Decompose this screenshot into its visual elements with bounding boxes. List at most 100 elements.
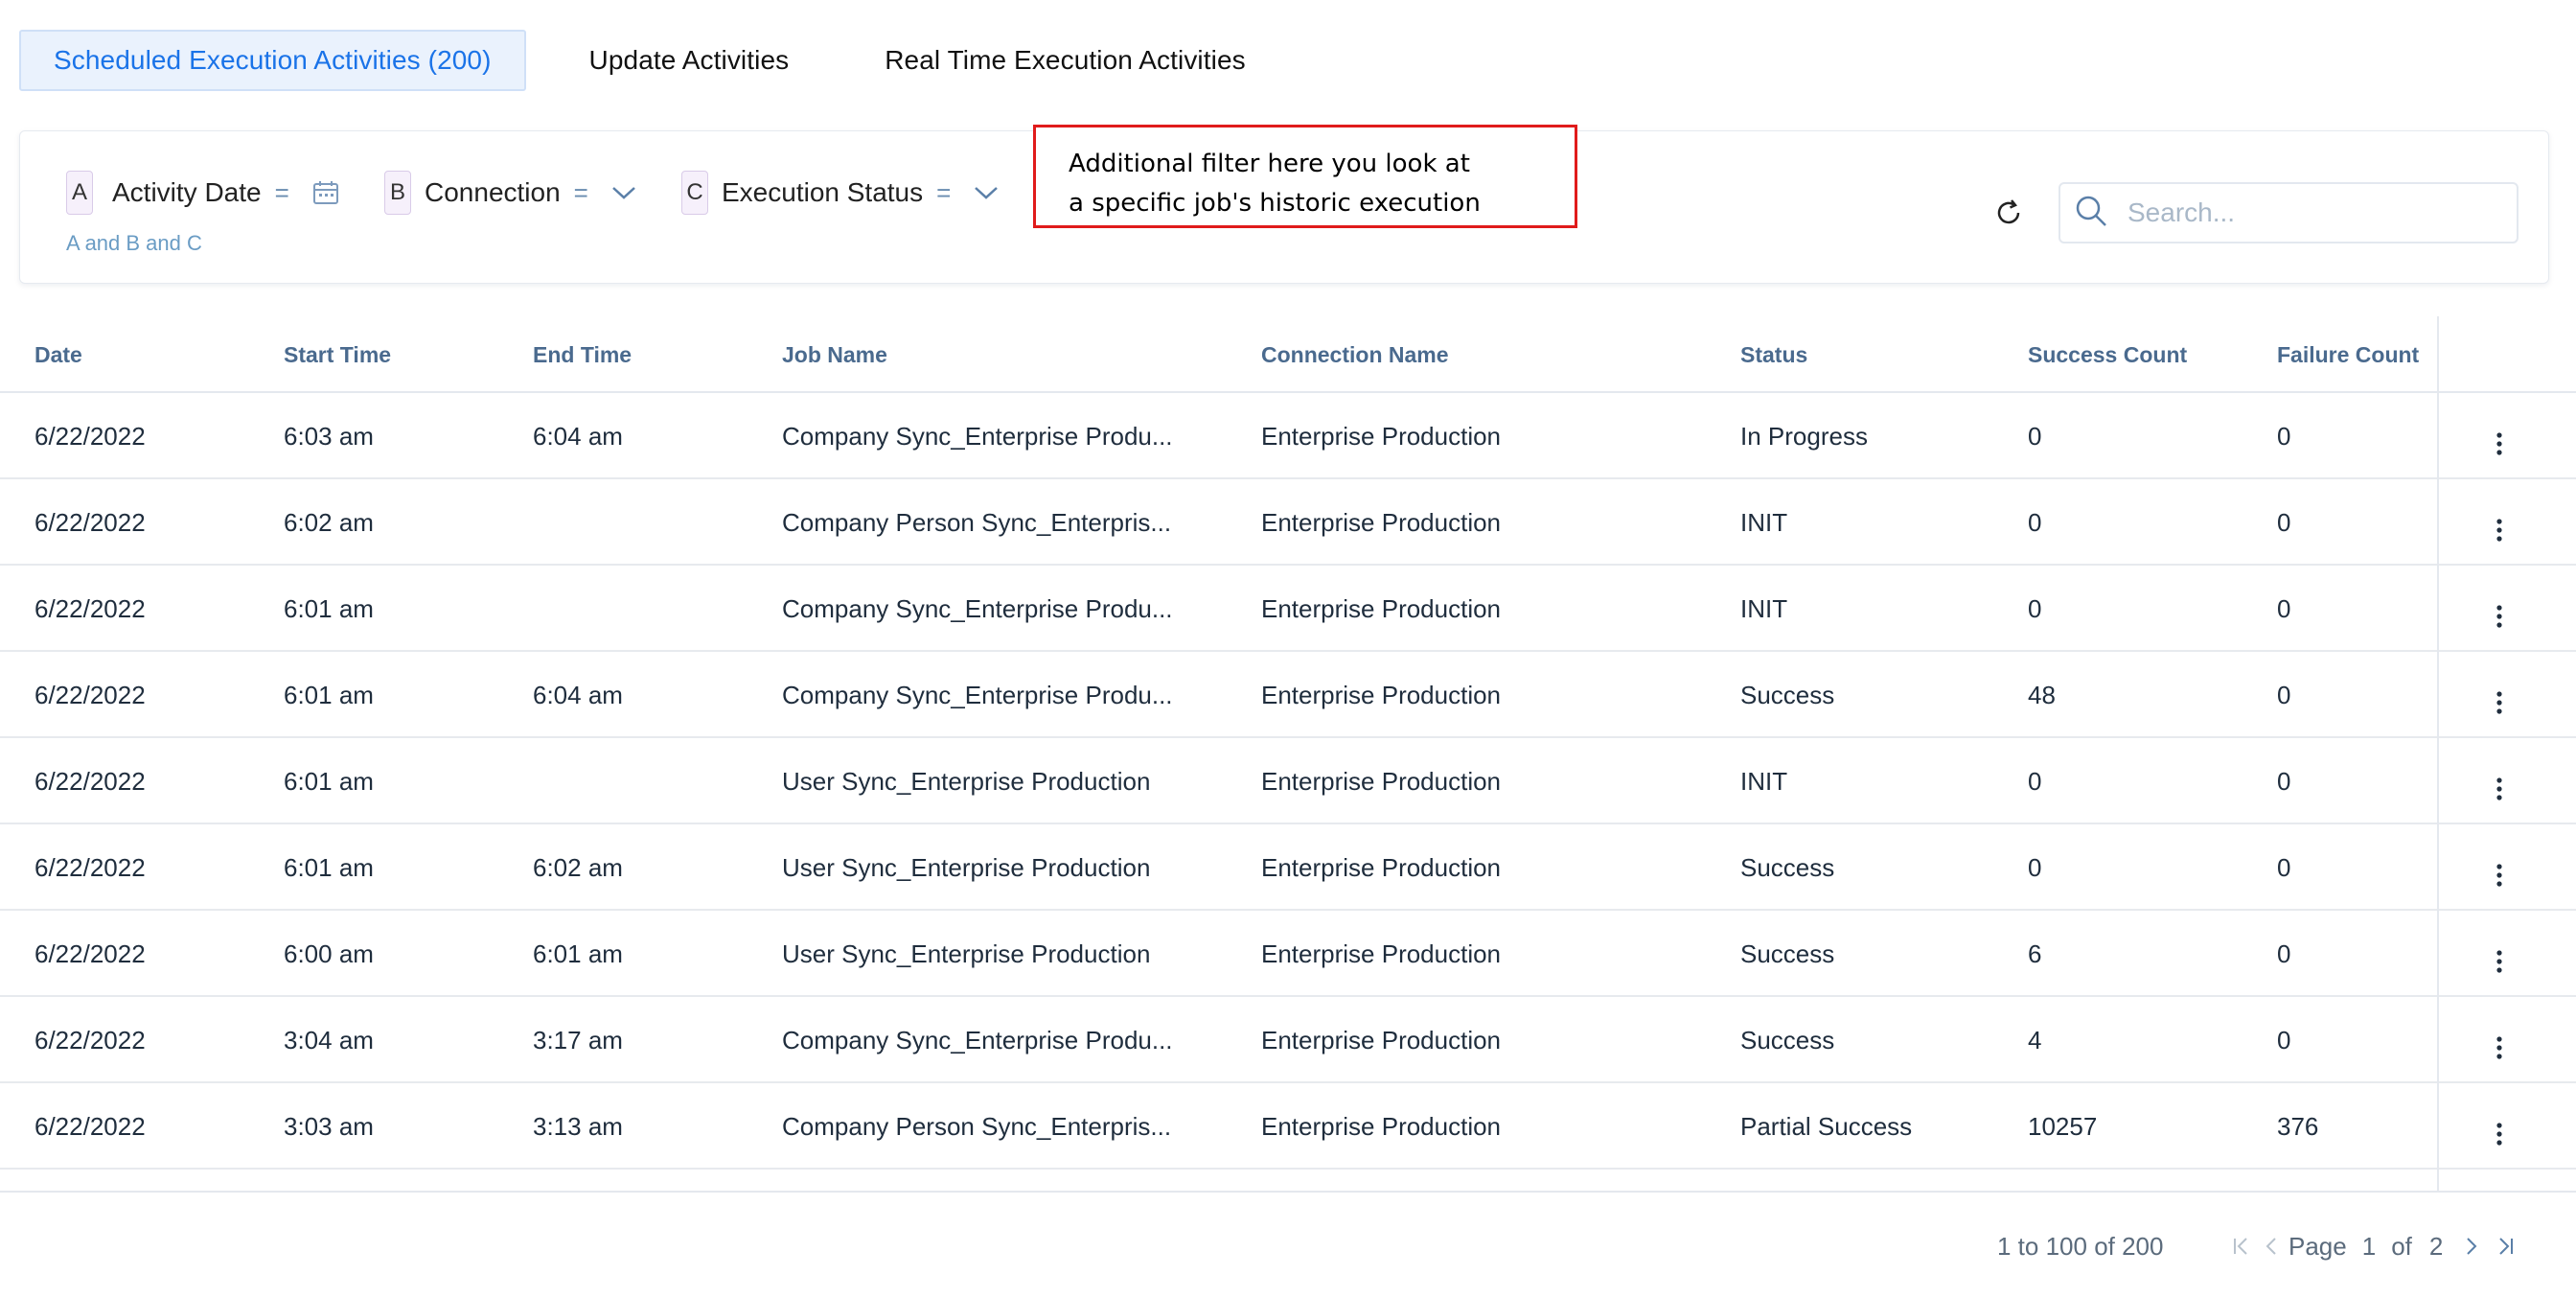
total-pages: 2 <box>2428 1231 2444 1261</box>
cell-date: 6/22/2022 <box>34 1111 146 1141</box>
filter-execution-status[interactable]: C Execution Status = <box>681 170 999 216</box>
cell-status: INIT <box>1740 593 1788 623</box>
filter-label-activity-date: Activity Date <box>112 177 262 207</box>
row-menu-icon[interactable] <box>2488 1083 2511 1170</box>
cell-end-time: 6:02 am <box>533 852 623 882</box>
cell-failure-count: 0 <box>2277 766 2291 796</box>
col-header-start-time[interactable]: Start Time <box>284 316 391 393</box>
table-row[interactable]: 6/22/2022 6:01 am 6:02 am User Sync_Ente… <box>0 824 2576 911</box>
filter-connection[interactable]: B Connection = <box>384 170 636 216</box>
cell-status: Success <box>1740 939 1835 968</box>
calendar-icon[interactable] <box>312 180 339 205</box>
cell-date: 6/22/2022 <box>34 766 146 796</box>
row-menu-icon[interactable] <box>2488 652 2511 738</box>
cell-end-time: 6:01 am <box>533 939 623 968</box>
cell-job-name: User Sync_Enterprise Production <box>782 766 1151 796</box>
cell-job-name: Company Person Sync_Enterpris... <box>782 1111 1172 1141</box>
cell-success-count: 0 <box>2028 852 2042 882</box>
cell-connection-name: Enterprise Production <box>1261 507 1502 537</box>
col-header-success-count[interactable]: Success Count <box>2028 316 2187 393</box>
cell-start-time: 6:03 am <box>284 421 374 451</box>
col-header-status[interactable]: Status <box>1740 316 1807 393</box>
table-row[interactable]: 6/22/2022 6:03 am 6:04 am Company Sync_E… <box>0 393 2576 479</box>
cell-failure-count: 0 <box>2277 421 2291 451</box>
table-row[interactable]: 6/22/2022 6:01 am Company Sync_Enterpris… <box>0 566 2576 652</box>
cell-status: Success <box>1740 852 1835 882</box>
cell-status: INIT <box>1740 766 1788 796</box>
col-header-connection-name[interactable]: Connection Name <box>1261 316 1449 393</box>
cell-date: 6/22/2022 <box>34 421 146 451</box>
cell-start-time: 6:01 am <box>284 766 374 796</box>
filter-operator: = <box>274 177 289 207</box>
activities-table: Date Start Time End Time Job Name Connec… <box>0 316 2576 1170</box>
pagination-range: 1 to 100 of 200 <box>1997 1231 2164 1261</box>
row-menu-icon[interactable] <box>2488 393 2511 479</box>
row-menu-icon[interactable] <box>2488 738 2511 824</box>
cell-job-name: Company Sync_Enterprise Produ... <box>782 593 1173 623</box>
tab-scheduled-execution-activities[interactable]: Scheduled Execution Activities (200) <box>19 30 526 91</box>
cell-end-time: 3:17 am <box>533 1025 623 1055</box>
table-row[interactable]: 6/22/2022 6:01 am 6:04 am Company Sync_E… <box>0 652 2576 738</box>
table-header: Date Start Time End Time Job Name Connec… <box>0 316 2576 393</box>
current-page[interactable]: 1 <box>2362 1232 2376 1262</box>
col-header-date[interactable]: Date <box>34 316 82 393</box>
cell-start-time: 6:01 am <box>284 852 374 882</box>
search-box[interactable] <box>2058 182 2518 243</box>
cell-date: 6/22/2022 <box>34 593 146 623</box>
table-row[interactable]: 6/22/2022 6:01 am User Sync_Enterprise P… <box>0 738 2576 824</box>
search-input[interactable] <box>2128 197 2492 228</box>
cell-date: 6/22/2022 <box>34 1025 146 1055</box>
cell-start-time: 6:02 am <box>284 507 374 537</box>
last-page-icon[interactable] <box>2495 1236 2516 1257</box>
cell-connection-name: Enterprise Production <box>1261 852 1502 882</box>
tab-real-time-execution-activities[interactable]: Real Time Execution Activities <box>852 30 1278 91</box>
cell-failure-count: 0 <box>2277 1025 2291 1055</box>
cell-success-count: 0 <box>2028 593 2042 623</box>
cell-end-time: 3:13 am <box>533 1111 623 1141</box>
cell-success-count: 6 <box>2028 939 2042 968</box>
cell-job-name: Company Person Sync_Enterpris... <box>782 507 1172 537</box>
col-header-job-name[interactable]: Job Name <box>782 316 887 393</box>
chevron-down-icon[interactable] <box>974 185 999 200</box>
next-page-icon[interactable] <box>2464 1236 2479 1257</box>
cell-success-count: 10257 <box>2028 1111 2098 1141</box>
refresh-button[interactable] <box>1990 194 2028 232</box>
table-row[interactable]: 6/22/2022 6:02 am Company Person Sync_En… <box>0 479 2576 566</box>
first-page-icon[interactable] <box>2231 1236 2252 1257</box>
annotation-callout: Additional filter here you look at a spe… <box>1033 125 1577 228</box>
cell-connection-name: Enterprise Production <box>1261 1111 1502 1141</box>
cell-start-time: 6:00 am <box>284 939 374 968</box>
cell-status: In Progress <box>1740 421 1868 451</box>
cell-failure-count: 0 <box>2277 680 2291 709</box>
cell-failure-count: 0 <box>2277 852 2291 882</box>
cell-failure-count: 376 <box>2277 1111 2319 1141</box>
filter-logic-expression[interactable]: A and B and C <box>66 231 202 256</box>
pagination-controls: Page 1 of 2 <box>2231 1227 2516 1265</box>
tab-update-activities[interactable]: Update Activities <box>557 30 822 91</box>
filter-activity-date[interactable]: A Activity Date = <box>66 170 339 216</box>
filter-letter-a: A <box>66 171 93 215</box>
row-menu-icon[interactable] <box>2488 479 2511 566</box>
row-menu-icon[interactable] <box>2488 997 2511 1083</box>
row-menu-icon[interactable] <box>2488 911 2511 997</box>
annotation-line-1: Additional filter here you look at <box>1069 150 1470 178</box>
cell-status: INIT <box>1740 507 1788 537</box>
col-header-end-time[interactable]: End Time <box>533 316 632 393</box>
cell-end-time: 6:04 am <box>533 421 623 451</box>
table-row[interactable]: 6/22/2022 3:04 am 3:17 am Company Sync_E… <box>0 997 2576 1083</box>
cell-success-count: 48 <box>2028 680 2056 709</box>
cell-success-count: 0 <box>2028 766 2042 796</box>
table-row[interactable]: 6/22/2022 6:00 am 6:01 am User Sync_Ente… <box>0 911 2576 997</box>
refresh-icon <box>1997 199 2020 224</box>
chevron-down-icon[interactable] <box>611 185 636 200</box>
filter-label-connection: Connection <box>425 177 561 207</box>
table-row[interactable]: 6/22/2022 3:03 am 3:13 am Company Person… <box>0 1083 2576 1170</box>
cell-failure-count: 0 <box>2277 939 2291 968</box>
previous-page-icon[interactable] <box>2264 1236 2279 1257</box>
cell-connection-name: Enterprise Production <box>1261 593 1502 623</box>
row-menu-icon[interactable] <box>2488 566 2511 652</box>
filter-letter-b: B <box>384 171 411 215</box>
row-menu-icon[interactable] <box>2488 824 2511 911</box>
col-header-failure-count[interactable]: Failure Count <box>2277 316 2419 393</box>
cell-start-time: 3:03 am <box>284 1111 374 1141</box>
